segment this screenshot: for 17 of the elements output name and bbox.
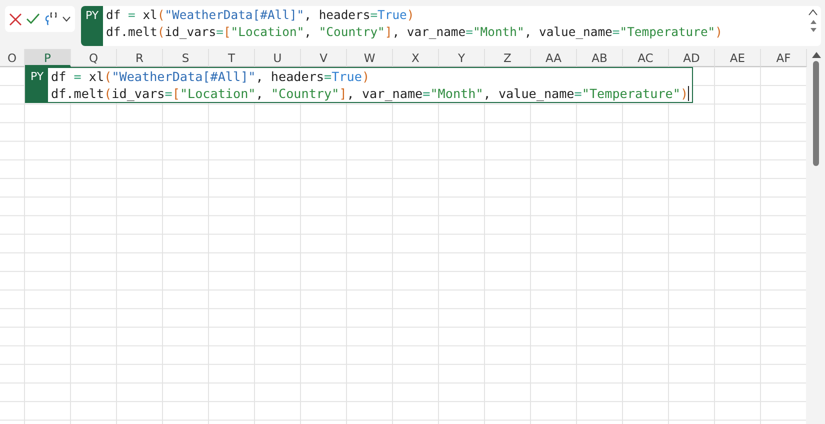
text-cursor	[688, 86, 690, 101]
dropdown-icon[interactable]	[62, 16, 71, 22]
cancel-button[interactable]	[9, 12, 22, 26]
formula-field[interactable]: PY df = xl("WeatherData[#All]", headers=True) df.melt(id_vars=["Location", "Country"], var_name="Month", value_name="Temperature")	[81, 6, 821, 46]
collapse-icon[interactable]	[808, 9, 818, 16]
column-header[interactable]: P	[25, 49, 71, 67]
code-line: df = xl("WeatherData[#All]", headers=True)	[51, 68, 371, 85]
scroll-up-icon[interactable]	[812, 52, 820, 58]
python-cell-editor[interactable]: PY df = xl("WeatherData[#All]", headers=True) df.melt(id_vars=["Location", "Country"], var_name="Month", value_name="Temperature")	[25, 67, 694, 103]
code-line: df.melt(id_vars=["Location", "Country"], var_name="Month", value_name="Temperature")	[106, 24, 724, 41]
confirm-button[interactable]	[26, 13, 40, 25]
spin-arrows-icon[interactable]	[810, 18, 816, 34]
function-icon[interactable]	[44, 12, 58, 26]
code-line: df = xl("WeatherData[#All]", headers=True)	[106, 7, 416, 24]
python-badge: PY	[26, 68, 48, 102]
code-line: df.melt(id_vars=["Location", "Country"], var_name="Month", value_name="Temperature")	[51, 85, 690, 102]
python-badge: PY	[81, 6, 103, 46]
